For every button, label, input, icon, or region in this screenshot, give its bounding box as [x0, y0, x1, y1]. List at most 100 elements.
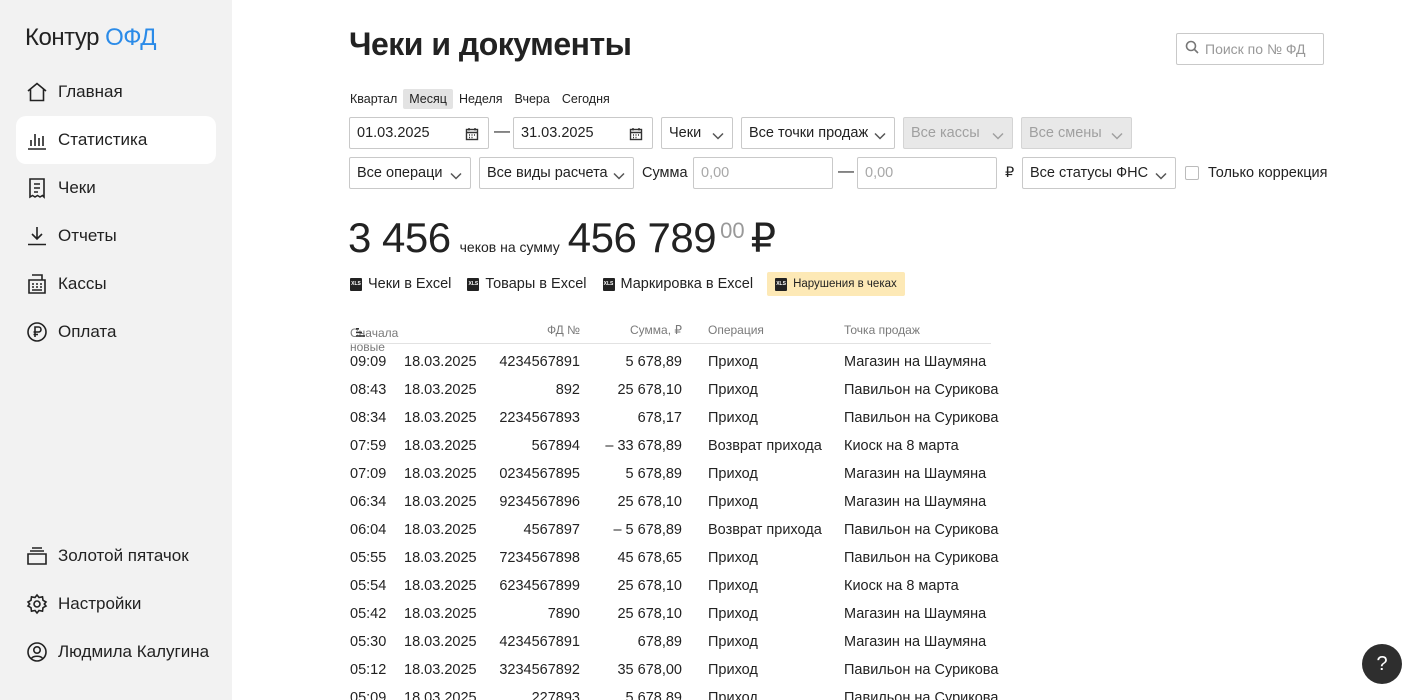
registers-value: Все кассы [911, 125, 980, 141]
cell-point: Павильон на Сурикова [844, 662, 999, 678]
cell-point: Киоск на 8 марта [844, 578, 959, 594]
cell-point: Павильон на Сурикова [844, 410, 999, 426]
search-box[interactable] [1176, 33, 1324, 65]
table-row[interactable]: 07:59 18.03.2025 567894 – 33 678,89 Возврат … [350, 428, 991, 456]
date-from-field[interactable]: 01.03.2025 [349, 117, 489, 149]
sum-to-field[interactable] [857, 157, 997, 189]
export-links: XLS Чеки в Excel XLS Товары в Excel XLS … [350, 272, 921, 296]
xls-icon: XLS [775, 277, 788, 291]
ruble-sign: ₽ [750, 217, 777, 261]
sidebar-item-label: Людмила Калугина [58, 642, 210, 661]
gear-icon [26, 593, 48, 615]
correction-label[interactable]: Только коррекция [1208, 165, 1327, 181]
points-value: Все точки продаж [749, 125, 869, 141]
table-row[interactable]: 05:55 18.03.2025 7234567898 45 678,65 Приход… [350, 540, 998, 568]
cell-sum: 5 678,89 [625, 354, 682, 370]
table-row[interactable]: 08:34 18.03.2025 2234567893 678,17 Приход Пав… [350, 400, 998, 428]
sidebar-item-payment[interactable]: Оплата [16, 308, 216, 356]
export-violations[interactable]: XLS Нарушения в чеках [767, 272, 905, 296]
period-quarter[interactable]: Квартал [344, 89, 403, 109]
cell-point: Павильон на Сурикова [844, 382, 999, 398]
doc-type-value: Чеки [669, 125, 702, 141]
chevron-down-icon [1155, 168, 1167, 180]
table-row[interactable]: 08:43 18.03.2025 892 25 678,10 Приход Павильо… [350, 372, 998, 400]
export-checks-excel[interactable]: XLS Чеки в Excel [350, 276, 451, 292]
cell-sum: 45 678,65 [617, 550, 682, 566]
sidebar-item-label: Оплата [58, 322, 117, 341]
table-body: 09:09 18.03.2025 4234567891 5 678,89 Приход М… [350, 344, 998, 700]
cell-sum: 25 678,10 [617, 494, 682, 510]
export-goods-excel[interactable]: XLS Товары в Excel [467, 276, 587, 292]
table-row[interactable]: 07:09 18.03.2025 0234567895 5 678,89 Приход М… [350, 456, 991, 484]
cell-fd-number: 6234567899 [499, 578, 580, 594]
points-select[interactable]: Все точки продаж [741, 117, 895, 149]
sum-to-input[interactable] [865, 165, 989, 181]
table-row[interactable]: 05:54 18.03.2025 6234567899 25 678,10 Приход… [350, 568, 991, 596]
cell-sum: 25 678,10 [617, 578, 682, 594]
cell-point: Магазин на Шаумяна [844, 354, 987, 370]
table-row[interactable]: 05:09 18.03.2025 227893 5 678,89 Приход Павил… [350, 680, 998, 700]
period-yesterday[interactable]: Вчера [509, 89, 556, 109]
date-to-field[interactable]: 31.03.2025 [513, 117, 653, 149]
cell-fd-number: 0234567895 [499, 466, 580, 482]
calendar-icon[interactable] [629, 127, 643, 141]
fns-status-select[interactable]: Все статусы ФНС [1022, 157, 1176, 189]
date-to-value: 31.03.2025 [521, 125, 594, 141]
xls-icon: XLS [602, 277, 615, 291]
table-row[interactable]: 09:09 18.03.2025 4234567891 5 678,89 Приход М… [350, 344, 991, 372]
help-button[interactable]: ? [1362, 644, 1402, 684]
cell-point: Павильон на Сурикова [844, 550, 999, 566]
sidebar-item-statistics[interactable]: Статистика [16, 116, 216, 164]
cell-sum: – 33 678,89 [605, 438, 682, 454]
checks-summary: 3 456 чеков на сумму 456 789 00 ₽ [348, 214, 776, 262]
registers-select[interactable]: Все кассы [903, 117, 1013, 149]
shifts-select[interactable]: Все смены [1021, 117, 1132, 149]
cell-fd-number: 4234567891 [499, 354, 580, 370]
cell-operation: Приход [708, 382, 758, 398]
sidebar-item-home[interactable]: Главная [16, 68, 216, 116]
sidebar-item-reports[interactable]: Отчеты [16, 212, 216, 260]
sidebar-item-label: Кассы [58, 274, 107, 293]
export-marking-excel[interactable]: XLS Маркировка в Excel [602, 276, 754, 292]
cell-time: 07:59 [350, 438, 387, 454]
table-row[interactable]: 05:12 18.03.2025 3234567892 35 678,00 Приход… [350, 652, 998, 680]
sidebar-item-label: Золотой пятачок [58, 546, 189, 565]
cell-date: 18.03.2025 [404, 354, 477, 370]
cell-date: 18.03.2025 [404, 466, 477, 482]
logo[interactable]: Контур ОФД [25, 24, 156, 52]
sum-from-input[interactable] [701, 165, 825, 181]
period-today[interactable]: Сегодня [556, 89, 616, 109]
sidebar-item-gold-coin[interactable]: Золотой пятачок [16, 532, 216, 580]
table-row[interactable]: 05:42 18.03.2025 7890 25 678,10 Приход Магази… [350, 596, 991, 624]
cell-time: 08:43 [350, 382, 387, 398]
cell-date: 18.03.2025 [404, 382, 477, 398]
period-month[interactable]: Месяц [403, 89, 453, 109]
table-row[interactable]: 06:04 18.03.2025 4567897 – 5 678,89 Возврат … [350, 512, 998, 540]
table-row[interactable]: 06:34 18.03.2025 9234567896 25 678,10 Приход… [350, 484, 991, 512]
operations-select[interactable]: Все операци [349, 157, 471, 189]
app-root: Контур ОФД Главная Статистика Чеки Отчет… [0, 0, 1418, 700]
search-input[interactable] [1205, 41, 1323, 57]
sidebar-item-label: Главная [58, 82, 123, 101]
cell-time: 06:04 [350, 522, 387, 538]
payment-types-select[interactable]: Все виды расчета [479, 157, 634, 189]
operations-value: Все операци [357, 165, 443, 181]
correction-checkbox[interactable] [1185, 166, 1199, 180]
calendar-icon[interactable] [465, 127, 479, 141]
cell-fd-number: 7890 [547, 606, 580, 622]
period-week[interactable]: Неделя [453, 89, 509, 109]
sidebar-item-profile[interactable]: Людмила Калугина [16, 628, 216, 676]
table-row[interactable]: 05:30 18.03.2025 4234567891 678,89 Приход Маг… [350, 624, 991, 652]
export-marking-label: Маркировка в Excel [620, 276, 754, 292]
column-header-point: Точка продаж [844, 323, 920, 337]
checks-count-label: чеков на сумму [459, 239, 560, 255]
sidebar-item-registers[interactable]: Кассы [16, 260, 216, 308]
sidebar-item-checks[interactable]: Чеки [16, 164, 216, 212]
sidebar-item-label: Статистика [58, 130, 148, 149]
sidebar-item-settings[interactable]: Настройки [16, 580, 216, 628]
doc-type-select[interactable]: Чеки [661, 117, 733, 149]
sum-from-field[interactable] [693, 157, 833, 189]
checks-amount: 456 789 [567, 214, 717, 261]
cell-operation: Приход [708, 578, 758, 594]
cell-operation: Приход [708, 354, 758, 370]
